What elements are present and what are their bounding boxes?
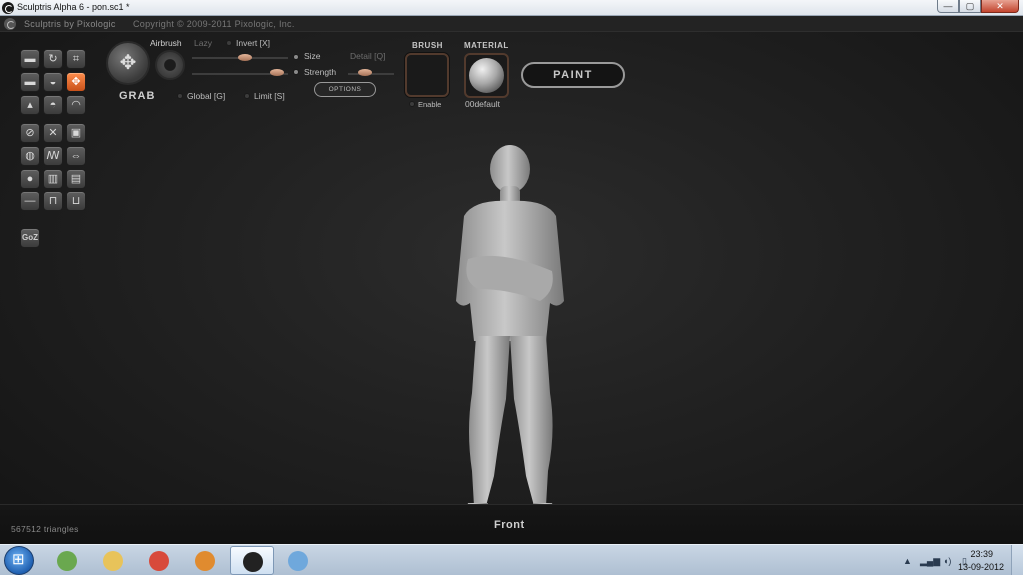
draw-icon[interactable]: ▬ bbox=[20, 49, 40, 69]
global-toggle[interactable] bbox=[177, 93, 183, 99]
reduce-brush-icon[interactable]: ⊘ bbox=[20, 123, 40, 143]
plane-icon[interactable]: — bbox=[20, 191, 40, 211]
mask-icon[interactable]: ◍ bbox=[20, 146, 40, 166]
detail-slider-knob[interactable] bbox=[358, 69, 372, 76]
grab-tool-icon[interactable]: ✥ bbox=[66, 72, 86, 92]
sculptris-viewport[interactable]: Sculptris by Pixologic Copyright © 2009-… bbox=[0, 16, 1023, 544]
wire-icon[interactable]: ✕ bbox=[43, 123, 63, 143]
rotate-icon[interactable]: ↻ bbox=[43, 49, 63, 69]
taskbar-chrome-canary-button[interactable] bbox=[45, 546, 89, 575]
limit-label: Limit [S] bbox=[254, 91, 285, 101]
lazy-label[interactable]: Lazy bbox=[194, 38, 212, 48]
pinch-icon[interactable]: ▴ bbox=[20, 95, 40, 115]
window-title-bar: Sculptris Alpha 6 - pon.sc1 * — ▢ ✕ bbox=[0, 0, 1023, 16]
brush-enable-label: Enable bbox=[418, 100, 442, 109]
crop-icon[interactable]: ⌗ bbox=[66, 49, 86, 69]
taskbar-paint-button[interactable] bbox=[276, 546, 320, 575]
strength-label: Strength bbox=[304, 67, 337, 77]
sculpted-human-mesh[interactable] bbox=[440, 131, 580, 544]
show-desktop-button[interactable] bbox=[1011, 545, 1023, 575]
sphere-icon[interactable]: ● bbox=[20, 169, 40, 189]
window-title: Sculptris Alpha 6 - pon.sc1 * bbox=[17, 2, 130, 12]
material-section-label: MATERIAL bbox=[464, 41, 509, 50]
material-name: 00default bbox=[465, 99, 500, 109]
taskbar-media-player-button[interactable] bbox=[183, 546, 227, 575]
chrome-canary-icon bbox=[57, 551, 77, 571]
sculptris-app-icon[interactable] bbox=[2, 2, 14, 14]
triangle-count: 567512 triangles bbox=[11, 524, 79, 534]
brush-enable-toggle[interactable] bbox=[409, 101, 415, 107]
grab-brush-icon[interactable]: ✥ bbox=[106, 41, 150, 85]
strength-slider-knob[interactable] bbox=[270, 69, 284, 76]
export-icon[interactable]: ⊔ bbox=[66, 191, 86, 211]
explorer-icon bbox=[103, 551, 123, 571]
start-button[interactable] bbox=[4, 546, 34, 575]
material-sphere-icon bbox=[469, 58, 504, 93]
sculptris-icon bbox=[243, 552, 263, 572]
airbrush-toggle[interactable] bbox=[155, 50, 185, 80]
smooth-icon[interactable]: ◠ bbox=[66, 95, 86, 115]
close-button[interactable]: ✕ bbox=[981, 0, 1019, 13]
goz-button[interactable]: GoZ bbox=[20, 228, 40, 248]
taskbar-chrome-button[interactable] bbox=[137, 546, 181, 575]
sculptris-logo-icon bbox=[4, 18, 16, 30]
copyright-text: Copyright © 2009-2011 Pixologic, Inc. bbox=[133, 19, 295, 29]
import-icon[interactable]: ⊓ bbox=[43, 191, 63, 211]
taskbar-explorer-button[interactable] bbox=[91, 546, 135, 575]
crease-icon[interactable]: ◓ bbox=[43, 95, 63, 115]
windows-taskbar: ▲ ▂▄▆ ◖) ▯ 23:39 13-09-2012 bbox=[0, 544, 1023, 575]
active-tool-label: GRAB bbox=[119, 90, 156, 102]
taskbar-sculptris-button[interactable] bbox=[230, 546, 274, 575]
load-icon[interactable]: ▥ bbox=[43, 169, 63, 189]
network-icon[interactable]: ▂▄▆ bbox=[920, 556, 940, 567]
maximize-button[interactable]: ▢ bbox=[959, 0, 981, 13]
options-button[interactable]: OPTIONS bbox=[314, 82, 376, 97]
brand-text: Sculptris by Pixologic bbox=[24, 19, 116, 29]
strength-indicator-dot bbox=[293, 69, 299, 75]
material-slot[interactable] bbox=[464, 53, 509, 98]
paint-mode-button[interactable]: PAINT bbox=[521, 62, 625, 88]
airbrush-label[interactable]: Airbrush bbox=[150, 38, 182, 48]
chrome-icon bbox=[149, 551, 169, 571]
frame-icon[interactable]: ▣ bbox=[66, 123, 86, 143]
flatten-icon[interactable]: ▬ bbox=[20, 72, 40, 92]
volume-icon[interactable]: ◖) bbox=[943, 556, 951, 566]
brush-section-label: BRUSH bbox=[412, 41, 443, 50]
symmetry-icon[interactable]: ꟿ bbox=[43, 146, 63, 166]
size-slider-knob[interactable] bbox=[238, 54, 252, 61]
size-label: Size bbox=[304, 51, 321, 61]
brush-texture-slot[interactable] bbox=[405, 53, 449, 97]
mirror-icon[interactable]: ⇔ bbox=[66, 146, 86, 166]
paint-icon bbox=[288, 551, 308, 571]
minimize-button[interactable]: — bbox=[937, 0, 959, 13]
system-tray: ▲ ▂▄▆ ◖) ▯ 23:39 13-09-2012 bbox=[873, 545, 1023, 575]
size-indicator-dot bbox=[293, 54, 299, 60]
inflate-icon[interactable]: ◒ bbox=[43, 72, 63, 92]
limit-toggle[interactable] bbox=[244, 93, 250, 99]
clock-time[interactable]: 23:39 bbox=[970, 549, 993, 559]
clock-date[interactable]: 13-09-2012 bbox=[958, 562, 1004, 572]
window-controls: — ▢ ✕ bbox=[937, 0, 1019, 14]
global-label: Global [G] bbox=[187, 91, 226, 101]
detail-label[interactable]: Detail [Q] bbox=[350, 51, 385, 61]
view-label: Front bbox=[494, 519, 525, 531]
tray-expand-icon[interactable]: ▲ bbox=[903, 556, 912, 566]
app-header: Sculptris by Pixologic Copyright © 2009-… bbox=[0, 16, 1023, 32]
invert-label: Invert [X] bbox=[236, 38, 271, 48]
save-icon[interactable]: ▤ bbox=[66, 169, 86, 189]
invert-toggle[interactable] bbox=[226, 40, 232, 46]
media-player-icon bbox=[195, 551, 215, 571]
